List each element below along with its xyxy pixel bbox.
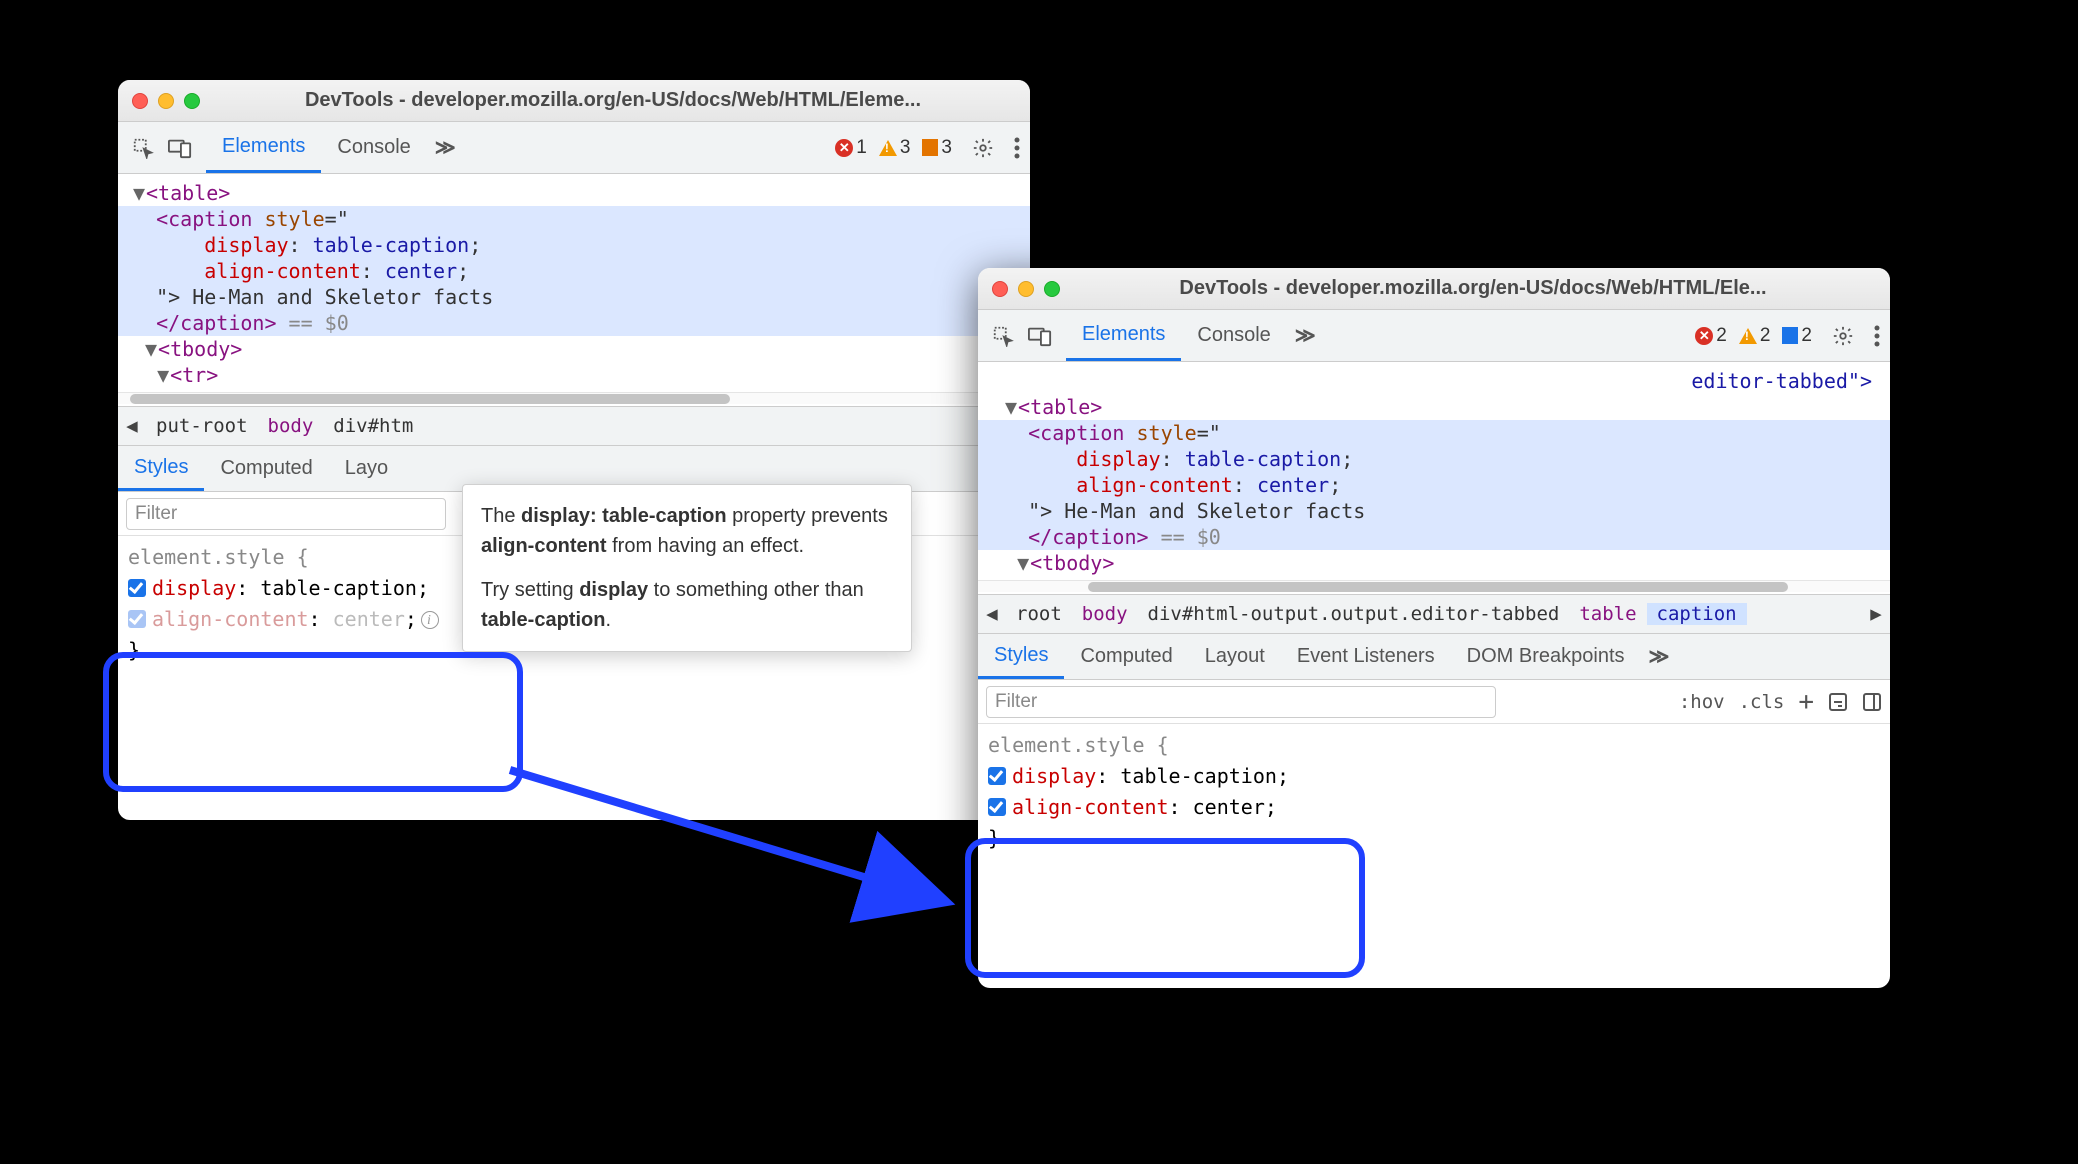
devtools-window-1: DevTools - developer.mozilla.org/en-US/d…: [118, 80, 1030, 820]
selector-label: element.style {: [988, 730, 1880, 761]
checkbox-align-content[interactable]: [988, 798, 1006, 816]
styles-subtabs: Styles Computed Layout Event Listeners D…: [978, 634, 1890, 680]
info-icon: [1782, 327, 1798, 344]
subtab-computed[interactable]: Computed: [1064, 634, 1188, 679]
computed-styles-icon[interactable]: [1828, 692, 1848, 712]
subtab-event-listeners[interactable]: Event Listeners: [1281, 634, 1451, 679]
toggle-sidebar-icon[interactable]: [1862, 692, 1882, 712]
traffic-lights: [992, 281, 1060, 297]
breadcrumb[interactable]: ◀ root body div#html-output.output.edito…: [978, 594, 1890, 634]
kebab-menu-icon[interactable]: [1864, 310, 1890, 361]
issue-counters[interactable]: ✕2 2 2: [1685, 310, 1822, 361]
checkbox-display[interactable]: [128, 579, 146, 597]
crumb-div[interactable]: div#html-output.output.editor-tabbed: [1138, 603, 1570, 625]
cls-toggle[interactable]: .cls: [1739, 691, 1785, 713]
window-title: DevTools - developer.mozilla.org/en-US/d…: [1070, 277, 1876, 300]
crumb-caption[interactable]: caption: [1647, 603, 1747, 625]
crumb-root[interactable]: put-root: [146, 415, 258, 437]
error-icon: ✕: [835, 139, 853, 157]
titlebar[interactable]: DevTools - developer.mozilla.org/en-US/d…: [978, 268, 1890, 310]
new-style-rule-icon[interactable]: +: [1798, 687, 1814, 717]
close-icon[interactable]: [132, 93, 148, 109]
warning-count: 3: [900, 137, 911, 159]
crumb-body[interactable]: body: [258, 415, 324, 437]
main-toolbar: Elements Console ≫ ✕2 2 2: [978, 310, 1890, 362]
dom-tree[interactable]: ▼<table> <caption style=" display: table…: [118, 174, 1030, 406]
subtab-layout[interactable]: Layout: [1189, 634, 1281, 679]
minimize-icon[interactable]: [158, 93, 174, 109]
subtab-styles[interactable]: Styles: [118, 446, 204, 491]
inspect-icon[interactable]: [992, 325, 1014, 347]
error-count: 2: [1716, 325, 1727, 347]
titlebar[interactable]: DevTools - developer.mozilla.org/en-US/d…: [118, 80, 1030, 122]
window-title: DevTools - developer.mozilla.org/en-US/d…: [210, 89, 1016, 112]
maximize-icon[interactable]: [1044, 281, 1060, 297]
main-toolbar: Elements Console ≫ ✕1 3 3: [118, 122, 1030, 174]
inspect-icon[interactable]: [132, 137, 154, 159]
minimize-icon[interactable]: [1018, 281, 1034, 297]
tab-console[interactable]: Console: [321, 122, 426, 173]
tab-elements[interactable]: Elements: [1066, 310, 1181, 361]
info-count: 3: [941, 137, 952, 159]
checkbox-display[interactable]: [988, 767, 1006, 785]
styles-panel[interactable]: element.style { display: table-caption; …: [978, 724, 1890, 860]
chevron-left-icon[interactable]: ◀: [978, 603, 1006, 625]
settings-icon[interactable]: [1822, 310, 1864, 361]
crumb-body[interactable]: body: [1072, 603, 1138, 625]
subtab-dom-breakpoints[interactable]: DOM Breakpoints: [1451, 634, 1641, 679]
subtab-layout[interactable]: Layo: [329, 446, 404, 491]
breadcrumb[interactable]: ◀ put-root body div#htm: [118, 406, 1030, 446]
subtab-computed[interactable]: Computed: [204, 446, 328, 491]
device-toggle-icon[interactable]: [1028, 325, 1052, 347]
dom-tree[interactable]: editor-tabbed"> ▼<table> <caption style=…: [978, 362, 1890, 594]
info-icon[interactable]: [421, 611, 439, 629]
more-tabs-icon[interactable]: ≫: [1287, 310, 1324, 361]
more-tabs-icon[interactable]: ≫: [427, 122, 464, 173]
crumb-div[interactable]: div#htm: [323, 415, 423, 437]
close-icon[interactable]: [992, 281, 1008, 297]
info-icon: [922, 139, 938, 156]
device-toggle-icon[interactable]: [168, 137, 192, 159]
more-subtabs-icon[interactable]: ≫: [1641, 634, 1678, 679]
devtools-window-2: DevTools - developer.mozilla.org/en-US/d…: [978, 268, 1890, 988]
filter-input[interactable]: Filter: [986, 686, 1496, 718]
info-count: 2: [1801, 325, 1812, 347]
issue-counters[interactable]: ✕1 3 3: [825, 122, 962, 173]
subtab-styles[interactable]: Styles: [978, 634, 1064, 679]
warning-count: 2: [1760, 325, 1771, 347]
warning-icon: [1739, 328, 1757, 344]
traffic-lights: [132, 93, 200, 109]
crumb-root[interactable]: root: [1006, 603, 1072, 625]
chevron-left-icon[interactable]: ◀: [118, 415, 146, 437]
hov-toggle[interactable]: :hov: [1679, 691, 1725, 713]
settings-icon[interactable]: [962, 122, 1004, 173]
checkbox-align-content[interactable]: [128, 610, 146, 628]
warning-icon: [879, 140, 897, 156]
maximize-icon[interactable]: [184, 93, 200, 109]
chevron-right-icon[interactable]: ▶: [1862, 603, 1890, 625]
css-hint-tooltip: The display: table-caption property prev…: [462, 484, 912, 652]
tab-console[interactable]: Console: [1181, 310, 1286, 361]
dom-horizontal-scrollbar[interactable]: [978, 580, 1890, 592]
dom-horizontal-scrollbar[interactable]: [118, 392, 1030, 404]
kebab-menu-icon[interactable]: [1004, 122, 1030, 173]
crumb-table[interactable]: table: [1569, 603, 1646, 625]
tab-elements[interactable]: Elements: [206, 122, 321, 173]
filter-input[interactable]: Filter: [126, 498, 446, 530]
error-icon: ✕: [1695, 327, 1713, 345]
error-count: 1: [856, 137, 867, 159]
